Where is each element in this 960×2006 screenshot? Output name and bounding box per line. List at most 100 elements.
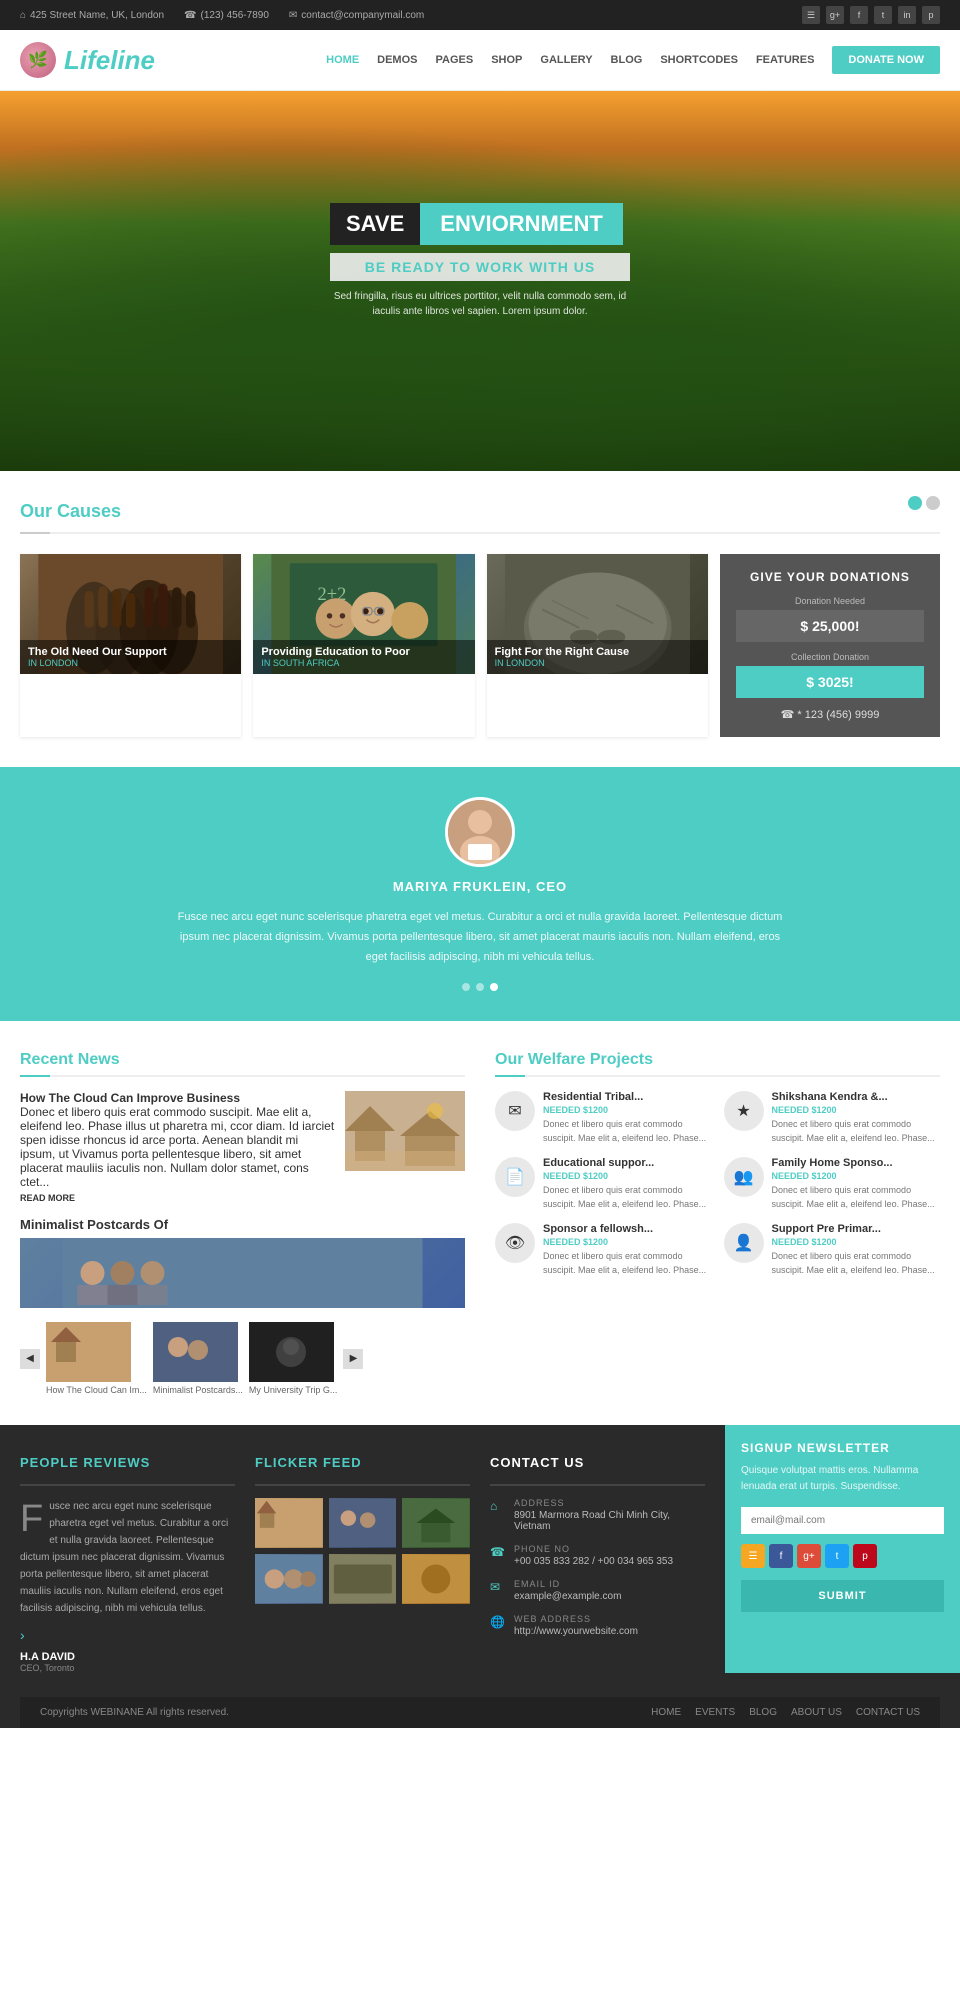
dot-1[interactable] [462,983,470,991]
footer-nav-about[interactable]: ABOUT US [791,1707,842,1718]
news-img-people [20,1238,465,1308]
hut-svg [345,1091,465,1171]
donate-button[interactable]: DONATE NOW [832,46,940,74]
footer-nav-events[interactable]: EVENTS [695,1707,735,1718]
linkedin-social-link[interactable]: in [898,6,916,24]
rss-social-link[interactable]: ☰ [802,6,820,24]
hero-section: SAVE ENVIORNMENT BE READY TO WORK WITH U… [0,91,960,471]
reviewer-arrow: › [20,1627,235,1643]
footer-bottom-nav: HOME EVENTS BLOG ABOUT US CONTACT US [651,1707,920,1718]
newsletter-submit-button[interactable]: SUBMIT [741,1580,944,1612]
newsletter-fb-icon[interactable]: f [769,1544,793,1568]
web-icon: 🌐 [490,1615,506,1629]
contact-phone-item: ☎ PHONE NO +00 035 833 282 / +00 034 965… [490,1544,705,1567]
causes-dot-1[interactable] [908,496,922,510]
email-label: EMAIL ID [514,1579,621,1589]
donation-collection-label: Collection Donation [736,652,924,662]
nav-home[interactable]: HOME [326,54,359,66]
hero-subtitle: BE READY TO WORK WITH US [330,253,630,281]
nav-demos[interactable]: DEMOS [377,54,417,66]
footer-bottom: Copyrights WEBINANE All rights reserved.… [20,1697,940,1728]
causes-nav [908,496,940,510]
welfare-item-2: 📄 Educational suppor... NEEDED $1200 Don… [495,1157,712,1211]
newsletter-tw-icon[interactable]: t [825,1544,849,1568]
dot-3[interactable] [490,983,498,991]
nav-shop[interactable]: SHOP [491,54,522,66]
footer-nav-contact[interactable]: CONTACT US [856,1707,920,1718]
facebook-social-link[interactable]: f [850,6,868,24]
top-bar-socials: ☰ g+ f t in p [802,6,940,24]
donations-title: GIVE YOUR DONATIONS [736,570,924,584]
t2-svg [153,1322,238,1382]
cause-card-kids: 2+2 K+B [253,554,474,737]
avatar-svg [448,800,512,864]
newsletter-rss-icon[interactable]: ☰ [741,1544,765,1568]
address-icon: ⌂ [490,1499,506,1513]
flicker-title: FLICKER FEED [255,1455,470,1470]
welfare-text-0: Residential Tribal... NEEDED $1200 Donec… [543,1091,712,1145]
address-info: ⌂ 425 Street Name, UK, London [20,10,164,21]
newsletter-email-input[interactable] [741,1507,944,1534]
newsletter-title: SIGNUP NEWSLETTER [741,1441,944,1455]
logo: 🌿 Lifeline [20,42,155,78]
gplus-social-link[interactable]: g+ [826,6,844,24]
news-read-more-1[interactable]: READ MORE [20,1193,335,1203]
email-contact-icon: ✉ [490,1580,506,1594]
nav-features[interactable]: FEATURES [756,54,814,66]
email-icon: ✉ [289,10,297,21]
welfare-text-2: Educational suppor... NEEDED $1200 Donec… [543,1157,712,1211]
welfare-divider-accent [495,1075,525,1077]
address-value: 8901 Marmora Road Chi Minh City, Vietnam [514,1510,705,1532]
welfare-item-4: 👁 Sponsor a fellowsh... NEEDED $1200 Don… [495,1223,712,1277]
nav-shortcodes[interactable]: SHORTCODES [660,54,738,66]
copyright-text: Copyrights WEBINANE All rights reserved. [40,1707,229,1718]
cause-img-hands: The Old Need Our Support IN LONDON [20,554,241,674]
web-label: WEB ADDRESS [514,1614,638,1624]
flicker-img-5 [329,1554,397,1604]
causes-title: Our Causes [20,501,121,522]
footer-people-reviews: PEOPLE REVIEWS F usce nec arcu eget nunc… [20,1455,235,1673]
thumb-img-3 [249,1322,334,1382]
news-article-2-title: Minimalist Postcards Of [20,1217,465,1232]
flicker-img-6 [402,1554,470,1604]
cause-label-3: Fight For the Right Cause IN LONDON [487,640,708,674]
contact-address-item: ⌂ ADDRESS 8901 Marmora Road Chi Minh Cit… [490,1498,705,1532]
dot-2[interactable] [476,983,484,991]
hero-save-text: SAVE [330,203,420,245]
newsletter-gplus-icon[interactable]: g+ [797,1544,821,1568]
bottom-content: Recent News How The Cloud Can Improve Bu… [0,1021,960,1425]
donation-collection-amount: $ 3025! [736,666,924,698]
causes-dot-2[interactable] [926,496,940,510]
footer-nav-home[interactable]: HOME [651,1707,681,1718]
testimonial-section: MARIYA FRUKLEIN, CEO Fusce nec arcu eget… [0,767,960,1021]
phone-label: PHONE NO [514,1544,673,1554]
flicker-img-4 [255,1554,323,1604]
newsletter-social-icons: ☰ f g+ t p [741,1544,944,1568]
footer-flicker: FLICKER FEED [255,1455,470,1673]
nav-pages[interactable]: PAGES [436,54,474,66]
thumb-prev-arrow[interactable]: ◀ [20,1349,40,1369]
testimonial-name: MARIYA FRUKLEIN, CEO [80,879,880,894]
phone-contact-icon: ☎ [490,1545,506,1559]
flicker-img-2 [329,1498,397,1548]
nav-blog[interactable]: BLOG [611,54,643,66]
newsletter-pin-icon[interactable]: p [853,1544,877,1568]
welfare-grid: ✉ Residential Tribal... NEEDED $1200 Don… [495,1091,940,1277]
thumb-next-arrow[interactable]: ▶ [343,1349,363,1369]
main-nav: HOME DEMOS PAGES SHOP GALLERY BLOG SHORT… [326,46,940,74]
nav-gallery[interactable]: GALLERY [540,54,592,66]
news-thumbnails: ◀ How The Cloud Can Im... [20,1322,465,1395]
footer-contact: CONTACT US ⌂ ADDRESS 8901 Marmora Road C… [490,1455,705,1673]
cause-label-1: The Old Need Our Support IN LONDON [20,640,241,674]
welfare-text-4: Sponsor a fellowsh... NEEDED $1200 Donec… [543,1223,712,1277]
web-value: http://www.yourwebsite.com [514,1626,638,1637]
flicker-img-1 [255,1498,323,1548]
hero-description: Sed fringilla, risus eu ultrices porttit… [330,289,630,319]
causes-divider [20,532,940,534]
phone-icon: ☎ [184,10,196,21]
reviewer-name: H.A DAVID [20,1651,235,1663]
twitter-social-link[interactable]: t [874,6,892,24]
footer-nav-blog[interactable]: BLOG [749,1707,777,1718]
welfare-item-1: ★ Shikshana Kendra &... NEEDED $1200 Don… [724,1091,941,1145]
pinterest-social-link[interactable]: p [922,6,940,24]
